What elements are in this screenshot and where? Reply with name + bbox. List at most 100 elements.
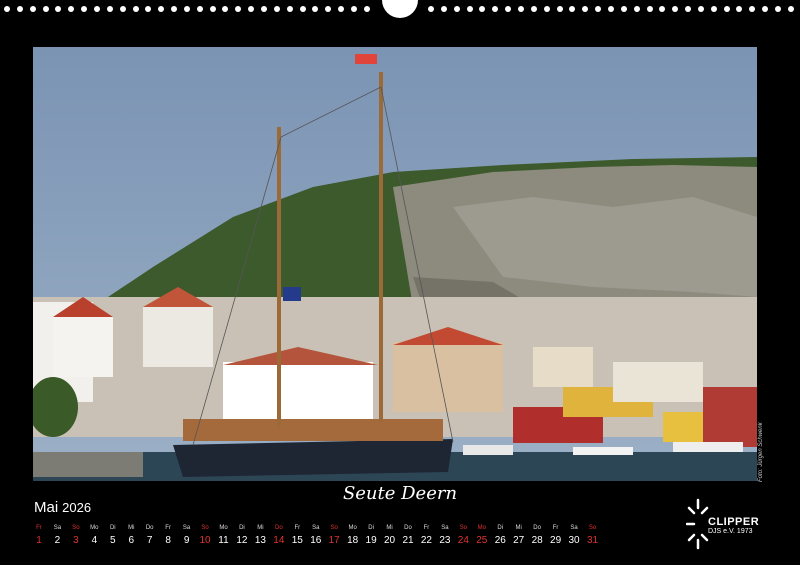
day-number: 2 [54,535,61,546]
binding-hole [29,6,36,12]
binding-hole [42,6,49,12]
day-number: 6 [128,535,135,546]
calendar-day: Di 26 [491,524,509,548]
binding-hole [440,6,447,12]
weekday-label: Sa [570,525,578,531]
day-number: 14 [273,535,285,546]
day-number: 22 [420,535,432,546]
day-number: 26 [494,535,506,546]
logo-title: CLIPPER [708,516,760,528]
weekday-label: Do [275,525,283,531]
binding-hole [672,6,679,12]
binding-hole [518,6,524,12]
binding-hole [479,6,486,12]
calendar-day: Fr 22 [417,524,435,548]
binding-hole [710,6,717,12]
calendar-day: Do 7 [141,524,159,548]
binding-hole [633,6,640,12]
weekday-label: Mo [90,525,99,531]
binding-hole [119,6,126,12]
calendar-day: So 3 [67,524,85,548]
day-number: 3 [73,535,79,546]
weekday-label: Mi [515,525,522,531]
calendar-day: So 24 [454,524,472,548]
month-year: 2026 [62,500,92,515]
binding-hole [222,6,229,12]
binding-hole [261,6,267,12]
binding-hole [158,6,165,12]
calendar-photo [33,47,757,481]
binding-hole [466,6,473,12]
binding-hole [620,6,627,12]
day-number: 12 [236,535,248,546]
weekday-label: So [72,525,80,531]
binding-hole [363,6,370,12]
weekday-label: So [330,525,338,531]
calendar-day: Mo 25 [473,524,491,548]
binding-hole [453,6,460,12]
calendar-day: Di 5 [104,524,122,548]
month-label: Mai 2026 [34,499,91,516]
calendar-day: Mi 20 [381,524,399,548]
calendar-day: Di 19 [362,524,380,548]
calendar-day: So 31 [584,524,602,548]
binding-hole [428,6,435,12]
day-number: 16 [310,535,322,546]
weekday-label: Mo [477,525,486,531]
calendar-day: Sa 16 [307,524,325,548]
day-number: 20 [383,535,396,546]
club-logo: CLIPPER DJS e.V. 1973 [686,496,766,556]
weekday-label: Di [368,525,374,531]
weekday-label: So [201,525,209,531]
weekday-label: Di [109,525,116,531]
day-number: 31 [586,535,599,546]
binding-hole [569,6,576,12]
binding-hole [81,6,88,12]
weekday-label: Fr [36,525,42,531]
calendar-day: Do 14 [270,524,288,548]
star-burst-icon [686,498,709,550]
day-number: 15 [291,535,303,546]
weekday-label: Fr [165,525,171,531]
binding-hole [55,6,62,12]
photo-caption: Seute Deern [342,483,458,504]
day-number: 13 [254,535,266,546]
calendar-day: Fr 8 [159,524,177,548]
calendar-day: Sa 9 [178,524,196,548]
binding-hole [209,6,216,12]
binding-hole [4,6,10,12]
calendar-day: Mo 18 [344,524,362,548]
binding-hole [132,6,139,12]
calendar-day: Fr 1 [30,524,48,548]
binding-hole [595,6,602,12]
binding-hole [338,6,345,12]
weekday-label: Sa [441,525,449,531]
binding-hole [16,6,23,12]
day-number: 27 [513,535,525,546]
binding-hole [106,6,113,12]
binding-hole [723,6,730,12]
photo-credit: Foto: Jürgen Schwenk [758,422,764,482]
calendar-day: Mo 4 [85,524,103,548]
calendar-day: Mo 11 [215,524,233,548]
binding-hole [775,6,781,12]
binding-hole [286,6,293,12]
binding-hole [68,6,75,12]
weekday-label: Do [404,525,412,531]
binding-hole [93,6,100,12]
binding-hole [607,6,614,12]
calendar-day: So 10 [196,524,214,548]
day-number: 1 [36,535,42,546]
weekday-label: So [588,525,597,531]
weekday-label: Di [497,525,504,531]
weekday-label: Mi [128,525,135,531]
weekday-label: Mo [219,525,228,531]
binding-hole [350,6,357,12]
day-number: 19 [365,535,377,546]
logo-subtitle: DJS e.V. 1973 [708,528,753,535]
binding-hole [248,6,255,12]
binding-hole [685,6,692,12]
day-number: 28 [531,535,543,546]
weekday-label: Di [239,525,245,531]
weekday-label: Mo [348,525,357,531]
